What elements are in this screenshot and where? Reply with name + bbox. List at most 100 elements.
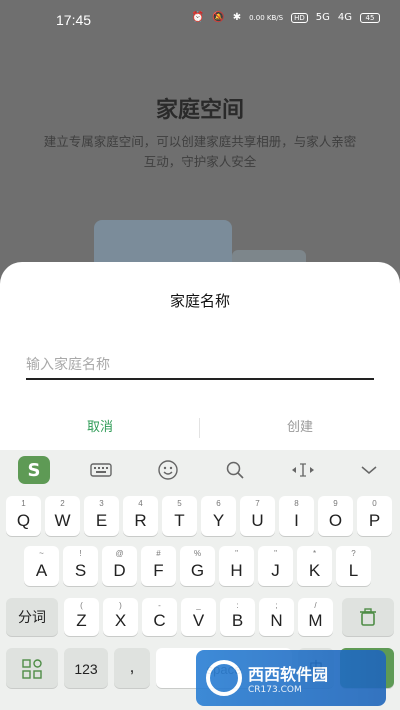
keyboard-layout-icon[interactable] (88, 456, 114, 484)
numbers-key[interactable]: 123 (64, 648, 108, 688)
key-hint: _ (196, 601, 201, 610)
key-label: N (270, 611, 283, 630)
delete-key[interactable] (342, 598, 394, 636)
key-k[interactable]: * K (297, 546, 332, 586)
key-hint: ! (79, 549, 82, 558)
key-hint: % (193, 549, 202, 558)
dialog-title: 家庭名称 (169, 292, 230, 310)
key-m[interactable]: / M (298, 598, 333, 636)
key-j[interactable]: " J (258, 546, 293, 586)
mute-icon: 🔕 (212, 12, 225, 23)
trash-icon (360, 608, 376, 626)
key-a[interactable]: ~ A (24, 546, 59, 586)
status-icons: ⏰ 🔕 ✱ 0.00 KB/S HD 5G 4G 45 (192, 12, 380, 23)
watermark-text: 西西软件园 CR173.COM (248, 665, 329, 695)
symbol-grid-key[interactable] (6, 648, 58, 688)
key-w[interactable]: 2W (45, 496, 80, 536)
key-z[interactable]: (Z (64, 598, 99, 636)
key-hint: * (312, 549, 317, 558)
key-label: D (113, 561, 126, 580)
collapse-keyboard-icon[interactable] (356, 456, 382, 484)
key-d[interactable]: @ D (102, 546, 137, 586)
key-label: A (35, 561, 48, 580)
key-q[interactable]: 1Q (6, 496, 41, 536)
key-s[interactable]: ! S (63, 546, 98, 586)
key-u[interactable]: 7U (240, 496, 275, 536)
key-hint: 2 (60, 499, 65, 508)
cursor-move-icon[interactable] (288, 456, 318, 484)
comma-key[interactable]: , (114, 648, 150, 688)
key-p[interactable]: 0P (357, 496, 392, 536)
key-o[interactable]: 9O (318, 496, 353, 536)
key-hint: 1 (21, 499, 26, 508)
emoji-icon[interactable] (155, 456, 181, 484)
search-icon[interactable] (222, 456, 248, 484)
key-label: C (153, 611, 166, 630)
page-description: 建立专属家庭空间，可以创建家庭共享相册，与家人亲密互动，守护家人安全 (43, 134, 357, 169)
key-hint: " (235, 549, 238, 558)
key-hint: 5 (177, 499, 182, 508)
net-speed: 0.00 KB/S (249, 13, 284, 22)
key-label: R (134, 511, 147, 530)
key-t[interactable]: 5T (162, 496, 197, 536)
key-label: H (230, 561, 243, 580)
key-label: V (192, 611, 205, 630)
key-hint: 9 (333, 499, 338, 508)
keyboard-toolbar: S (0, 450, 400, 490)
key-b[interactable]: :B (220, 598, 255, 636)
key-hint: ? (351, 549, 356, 558)
signal-5g-icon: 5G (315, 12, 330, 23)
key-g[interactable]: % G (180, 546, 215, 586)
key-hint: 3 (99, 499, 104, 508)
key-x[interactable]: ) X (103, 598, 138, 636)
battery-icon: 45 (360, 12, 380, 23)
hd-badge: HD (291, 12, 308, 23)
key-hint: / (314, 601, 317, 610)
key-label: L (348, 561, 359, 580)
key-label: K (308, 561, 321, 580)
family-name-input[interactable] (26, 352, 374, 380)
key-v[interactable]: _ V (181, 598, 216, 636)
watermark: 西西软件园 CR173.COM (196, 650, 386, 706)
key-hint: " (274, 549, 277, 558)
key-label: X (114, 611, 127, 630)
key-y[interactable]: 6Y (201, 496, 236, 536)
page-title: 家庭空间 (155, 98, 244, 123)
key-hint: - (158, 601, 161, 610)
key-label: F (153, 561, 164, 580)
watermark-logo-icon (206, 660, 242, 696)
key-hint: 7 (255, 499, 260, 508)
key-hint: 6 (216, 499, 221, 508)
key-hint: 0 (372, 499, 377, 508)
key-e[interactable]: 3E (84, 496, 119, 536)
key-label: S (74, 561, 87, 580)
key-l[interactable]: ? L (336, 546, 371, 586)
key-label: T (174, 511, 185, 530)
key-f[interactable]: # F (141, 546, 176, 586)
status-bar: 17:45 ⏰ 🔕 ✱ 0.00 KB/S HD 5G 4G 45 (0, 0, 400, 40)
key-label: Y (212, 511, 225, 530)
cancel-button[interactable]: 取消 (0, 410, 200, 446)
key-c[interactable]: -C (142, 598, 177, 636)
key-label: W (54, 511, 71, 530)
key-label: Z (76, 611, 87, 630)
status-time: 17:45 (56, 12, 92, 28)
key-label: M (308, 611, 323, 630)
key-label: I (294, 511, 299, 530)
dialog-actions: 取消 创建 (0, 410, 400, 446)
key-hint: ~ (39, 549, 44, 558)
key-n[interactable]: ; N (259, 598, 294, 636)
key-label: P (368, 511, 381, 530)
key-hint: 8 (294, 499, 299, 508)
key-i[interactable]: 8I (279, 496, 314, 536)
alarm-icon: ⏰ (191, 12, 205, 23)
key-r[interactable]: 4R (123, 496, 158, 536)
key-label: O (328, 511, 343, 530)
ime-logo-icon[interactable]: S (18, 456, 50, 484)
create-button[interactable]: 创建 (200, 410, 400, 446)
key-hint: 4 (138, 499, 143, 508)
symbol-grid-icon (22, 659, 42, 679)
fenci-key[interactable]: 分词 (6, 598, 58, 636)
key-hint: : (236, 601, 239, 610)
key-h[interactable]: " H (219, 546, 254, 586)
